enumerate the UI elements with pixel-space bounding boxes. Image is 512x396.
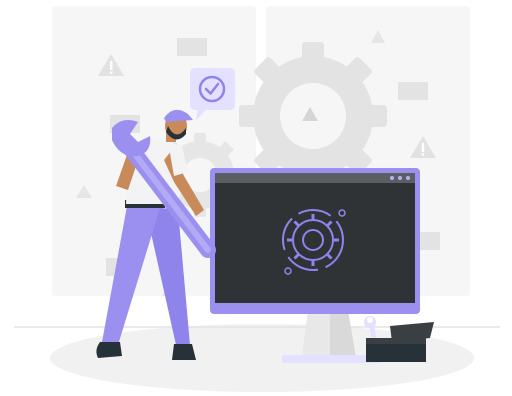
monitor [210, 168, 420, 314]
gray-bar [177, 38, 207, 56]
worker-shoe [96, 342, 122, 358]
worker-shoe [172, 344, 196, 360]
toolbox-icon [364, 316, 434, 362]
gray-bar [420, 232, 440, 250]
maintenance-illustration [14, 6, 500, 392]
monitor-screen [215, 183, 415, 303]
gray-bar [398, 82, 428, 100]
